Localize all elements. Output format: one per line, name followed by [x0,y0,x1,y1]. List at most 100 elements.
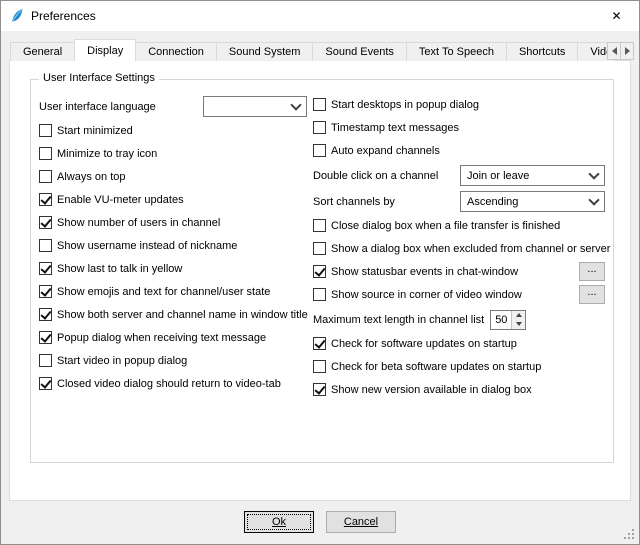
checkbox[interactable] [39,239,52,252]
spinbox-value: 50 [491,311,511,329]
checkbox-popup-text-message[interactable]: Popup dialog when receiving text message [39,331,266,344]
group-title: User Interface Settings [39,72,159,84]
checkbox[interactable] [313,383,326,396]
checkbox-label: Show new version available in dialog box [331,384,532,396]
language-combo[interactable] [203,96,307,117]
checkbox-desktops-popup[interactable]: Start desktops in popup dialog [313,98,479,111]
tab-text-to-speech[interactable]: Text To Speech [406,42,507,61]
spin-down-icon[interactable] [512,320,525,329]
tab-general[interactable]: General [10,42,75,61]
checkbox-label: Show both server and channel name in win… [57,309,308,321]
checkbox-start-minimized[interactable]: Start minimized [39,124,133,137]
statusbar-ellipsis-button[interactable]: ... [579,262,605,281]
checkbox[interactable] [39,124,52,137]
checkbox-minimize-tray[interactable]: Minimize to tray icon [39,147,157,160]
checkbox-statusbar-events[interactable]: Show statusbar events in chat-window [313,265,518,278]
checkbox-label: Always on top [57,171,125,183]
checkbox-video-popup[interactable]: Start video in popup dialog [39,354,187,367]
app-icon [9,8,25,24]
resize-grip-icon[interactable] [624,529,635,540]
combo-value: Ascending [467,196,584,208]
spin-up-icon[interactable] [512,311,525,320]
checkbox[interactable] [313,242,326,255]
checkbox-show-user-count[interactable]: Show number of users in channel [39,216,220,229]
tab-scroll-right-icon[interactable] [620,42,634,60]
ok-label: Ok [272,516,286,528]
checkbox[interactable] [39,262,52,275]
checkbox-timestamp-messages[interactable]: Timestamp text messages [313,121,459,134]
checkbox[interactable] [313,360,326,373]
checkbox-new-version-dialog[interactable]: Show new version available in dialog box [313,383,532,396]
display-tab-page: User Interface Settings User interface l… [9,60,631,501]
videosource-ellipsis-button[interactable]: ... [579,285,605,304]
tab-shortcuts[interactable]: Shortcuts [506,42,578,61]
checkbox-video-return-tab[interactable]: Closed video dialog should return to vid… [39,377,281,390]
user-interface-settings-group: User Interface Settings User interface l… [30,79,614,463]
checkbox-always-on-top[interactable]: Always on top [39,170,125,183]
checkbox-label: Show last to talk in yellow [57,263,182,275]
sort-channels-label: Sort channels by [313,196,395,208]
checkbox[interactable] [313,337,326,350]
checkbox-excluded-dialog[interactable]: Show a dialog box when excluded from cha… [313,242,610,255]
double-click-combo[interactable]: Join or leave [460,165,605,186]
checkbox-label: Show number of users in channel [57,217,220,229]
right-column: Start desktops in popup dialog Timestamp… [313,96,605,404]
checkbox[interactable] [313,121,326,134]
checkbox-update-check[interactable]: Check for software updates on startup [313,337,517,350]
checkbox-label: Minimize to tray icon [57,148,157,160]
checkbox-label: Check for software updates on startup [331,338,517,350]
checkbox-video-source-corner[interactable]: Show source in corner of video window [313,288,522,301]
tab-sound-system[interactable]: Sound System [216,42,314,61]
cancel-label: Cancel [344,516,378,528]
tab-scroll-control [608,42,634,60]
maxlen-spinbox[interactable]: 50 [490,310,526,330]
checkbox-label: Show statusbar events in chat-window [331,266,518,278]
checkbox[interactable] [313,144,326,157]
cancel-button[interactable]: Cancel [326,511,396,533]
checkbox[interactable] [39,285,52,298]
tab-connection[interactable]: Connection [135,42,217,61]
checkbox[interactable] [39,147,52,160]
checkbox[interactable] [39,331,52,344]
language-label: User interface language [39,101,156,113]
chevron-down-icon [290,99,301,110]
checkbox[interactable] [39,377,52,390]
titlebar: Preferences ✕ [1,1,639,31]
ok-button[interactable]: Ok [244,511,314,533]
tab-scroll-left-icon[interactable] [607,42,621,60]
checkbox-vu-meter-updates[interactable]: Enable VU-meter updates [39,193,184,206]
maxlen-label: Maximum text length in channel list [313,314,484,326]
checkbox[interactable] [39,193,52,206]
checkbox[interactable] [313,288,326,301]
checkbox-show-username[interactable]: Show username instead of nickname [39,239,237,252]
checkbox-label: Close dialog box when a file transfer is… [331,220,560,232]
checkbox-filetransfer-close[interactable]: Close dialog box when a file transfer is… [313,219,560,232]
checkbox-beta-update-check[interactable]: Check for beta software updates on start… [313,360,541,373]
chevron-down-icon [588,168,599,179]
checkbox-auto-expand[interactable]: Auto expand channels [313,144,440,157]
checkbox-label: Show a dialog box when excluded from cha… [331,243,610,255]
checkbox[interactable] [313,98,326,111]
checkbox-label: Auto expand channels [331,145,440,157]
checkbox-label: Show emojis and text for channel/user st… [57,286,270,298]
checkbox-window-title-names[interactable]: Show both server and channel name in win… [39,308,308,321]
checkbox[interactable] [39,354,52,367]
tab-bar: General Display Connection Sound System … [10,39,614,61]
spinner [511,311,525,329]
sort-channels-combo[interactable]: Ascending [460,191,605,212]
checkbox[interactable] [313,219,326,232]
chevron-down-icon [588,194,599,205]
checkbox-last-talk-yellow[interactable]: Show last to talk in yellow [39,262,182,275]
checkbox-emoji-state[interactable]: Show emojis and text for channel/user st… [39,285,270,298]
checkbox-label: Show username instead of nickname [57,240,237,252]
checkbox[interactable] [39,216,52,229]
checkbox[interactable] [313,265,326,278]
tab-sound-events[interactable]: Sound Events [312,42,407,61]
checkbox-label: Start minimized [57,125,133,137]
close-button[interactable]: ✕ [594,1,639,31]
checkbox-label: Show source in corner of video window [331,289,522,301]
checkbox[interactable] [39,170,52,183]
checkbox[interactable] [39,308,52,321]
checkbox-label: Closed video dialog should return to vid… [57,378,281,390]
tab-display[interactable]: Display [74,39,136,61]
